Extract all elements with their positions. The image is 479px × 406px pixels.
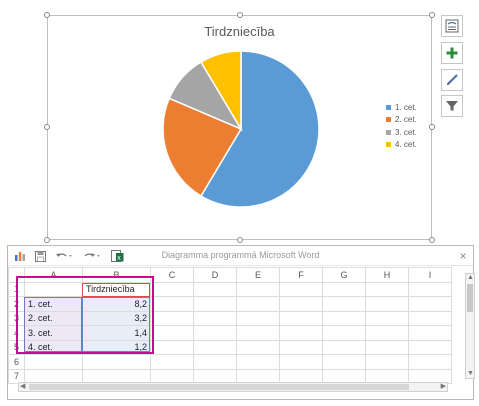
spreadsheet-toolbar: x Diagramma programmā Microsoft Word × xyxy=(8,246,473,266)
legend-swatch xyxy=(386,129,391,135)
cell[interactable] xyxy=(322,281,366,297)
value-range-outline[interactable] xyxy=(82,297,150,352)
cell[interactable] xyxy=(193,310,237,326)
resize-handle-bottom-right[interactable] xyxy=(429,237,435,243)
legend-label: 1. cet. xyxy=(395,102,417,112)
column-header-h[interactable]: H xyxy=(365,267,409,283)
cell[interactable] xyxy=(365,354,409,370)
cell[interactable] xyxy=(236,281,280,297)
chart-filters-icon xyxy=(446,101,458,111)
cell[interactable] xyxy=(150,339,194,355)
cell[interactable] xyxy=(279,354,323,370)
horizontal-scrollbar[interactable]: ◀ ▶ xyxy=(18,382,448,392)
resize-handle-middle-right[interactable] xyxy=(429,124,435,130)
cell[interactable] xyxy=(408,325,452,341)
scroll-right-arrow-icon[interactable]: ▶ xyxy=(441,383,446,391)
chart-elements-plus-icon xyxy=(446,47,458,59)
column-header-d[interactable]: D xyxy=(193,267,237,283)
chart-styles-brush-icon xyxy=(447,74,458,85)
legend-swatch xyxy=(386,104,391,110)
cell[interactable] xyxy=(365,325,409,341)
cell[interactable] xyxy=(279,325,323,341)
cell[interactable] xyxy=(365,339,409,355)
resize-handle-top-center[interactable] xyxy=(237,12,243,18)
cell[interactable] xyxy=(236,354,280,370)
horizontal-scroll-thumb[interactable] xyxy=(29,384,409,390)
cell[interactable] xyxy=(236,296,280,312)
vertical-scroll-thumb[interactable] xyxy=(467,284,473,312)
chart-filters-button[interactable] xyxy=(441,95,463,117)
scroll-up-arrow-icon[interactable]: ▲ xyxy=(467,274,474,282)
cell[interactable] xyxy=(150,310,194,326)
column-header-i[interactable]: I xyxy=(408,267,452,283)
cell[interactable] xyxy=(408,310,452,326)
resize-handle-middle-left[interactable] xyxy=(44,124,50,130)
cell[interactable] xyxy=(193,281,237,297)
column-header-f[interactable]: F xyxy=(279,267,323,283)
cell[interactable] xyxy=(193,325,237,341)
pie-chart[interactable] xyxy=(48,16,433,241)
close-icon[interactable]: × xyxy=(457,249,469,263)
cell[interactable] xyxy=(193,354,237,370)
legend-label: 2. cet. xyxy=(395,115,417,125)
chart-elements-button[interactable] xyxy=(441,42,463,64)
legend-label: 3. cet. xyxy=(395,127,417,137)
chart-area[interactable]: Tirdzniecība 1. cet. 2. cet. 3. cet. 4. cet… xyxy=(47,15,432,240)
vertical-scrollbar[interactable]: ▲ ▼ xyxy=(465,273,475,379)
cell[interactable] xyxy=(150,296,194,312)
cell[interactable] xyxy=(322,296,366,312)
cell[interactable] xyxy=(24,354,83,370)
resize-handle-top-left[interactable] xyxy=(44,12,50,18)
chart-legend: 1. cet. 2. cet. 3. cet. 4. cet. xyxy=(386,101,417,151)
legend-swatch xyxy=(386,117,391,123)
cell[interactable] xyxy=(236,325,280,341)
column-header-g[interactable]: G xyxy=(322,267,366,283)
cell[interactable] xyxy=(408,281,452,297)
cell[interactable] xyxy=(82,354,151,370)
cell[interactable] xyxy=(365,281,409,297)
layout-options-button[interactable] xyxy=(441,15,463,37)
legend-item[interactable]: 1. cet. xyxy=(386,101,417,114)
cell[interactable] xyxy=(193,339,237,355)
scroll-left-arrow-icon[interactable]: ◀ xyxy=(20,383,25,391)
cell[interactable] xyxy=(365,310,409,326)
column-header-e[interactable]: E xyxy=(236,267,280,283)
cell[interactable] xyxy=(408,354,452,370)
legend-item[interactable]: 4. cet. xyxy=(386,139,417,152)
cell[interactable] xyxy=(150,325,194,341)
cell[interactable] xyxy=(279,281,323,297)
cell[interactable] xyxy=(279,296,323,312)
cell[interactable] xyxy=(150,354,194,370)
legend-swatch xyxy=(386,142,391,148)
cell[interactable] xyxy=(365,296,409,312)
cell[interactable] xyxy=(279,339,323,355)
category-range-outline[interactable] xyxy=(24,297,82,352)
legend-label: 4. cet. xyxy=(395,140,417,150)
cell[interactable] xyxy=(236,339,280,355)
legend-item[interactable]: 2. cet. xyxy=(386,114,417,127)
series-name-range-outline[interactable] xyxy=(82,283,150,297)
cell[interactable] xyxy=(279,310,323,326)
cell[interactable] xyxy=(150,281,194,297)
column-header-c[interactable]: C xyxy=(150,267,194,283)
cell[interactable] xyxy=(408,339,452,355)
cell[interactable] xyxy=(322,310,366,326)
scroll-down-arrow-icon[interactable]: ▼ xyxy=(467,370,474,378)
spreadsheet-title: Diagramma programmā Microsoft Word xyxy=(161,250,320,260)
legend-item[interactable]: 3. cet. xyxy=(386,126,417,139)
cell[interactable] xyxy=(193,296,237,312)
chart-styles-button[interactable] xyxy=(441,69,463,91)
cell[interactable] xyxy=(322,325,366,341)
cell[interactable] xyxy=(236,310,280,326)
resize-handle-bottom-left[interactable] xyxy=(44,237,50,243)
resize-handle-bottom-center[interactable] xyxy=(237,237,243,243)
cell[interactable] xyxy=(322,354,366,370)
cell[interactable] xyxy=(322,339,366,355)
resize-handle-top-right[interactable] xyxy=(429,12,435,18)
cell[interactable] xyxy=(408,296,452,312)
layout-options-icon xyxy=(445,19,459,33)
row-header[interactable]: 6 xyxy=(8,354,25,370)
